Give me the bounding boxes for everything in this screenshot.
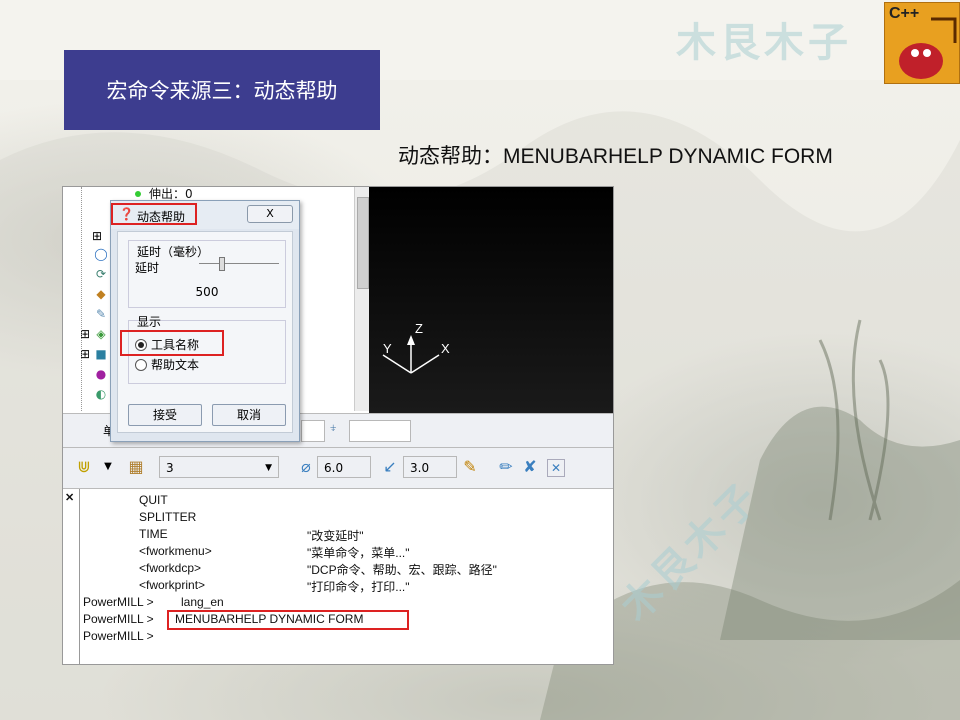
tip-radius-input[interactable]: 3.0 — [403, 456, 457, 478]
radio-help-text[interactable] — [135, 359, 147, 371]
tools-cross-icon[interactable]: ✘ — [519, 456, 541, 478]
watermark-top: 木艮木子 — [676, 19, 852, 66]
help-icon: ❓ — [119, 207, 134, 221]
console-line-a: <fworkdcp> — [139, 561, 202, 575]
logo-text: C++ — [889, 5, 920, 22]
close-toolbar-icon[interactable]: ✕ — [547, 459, 565, 477]
axis-y-label: Y — [383, 341, 392, 356]
dialog-title: 动态帮助 — [137, 210, 186, 224]
dialog-title-highlight: ❓ 动态帮助 — [111, 203, 197, 225]
dialog-body: 延时（毫秒） 延时 500 显示 工具名称 帮助文本 接受 取消 — [117, 231, 293, 433]
tool-number-select[interactable]: 3 ▼ — [159, 456, 279, 478]
console-line-b: "DCP命令、帮助、宏、跟踪、路径" — [307, 563, 497, 577]
status-field-1[interactable] — [301, 420, 325, 442]
delay-slider-track[interactable] — [199, 263, 279, 264]
console-command: lang_en — [181, 595, 224, 609]
status-dot-icon — [135, 191, 141, 197]
plus-node-icon[interactable]: ⊞ — [89, 229, 105, 243]
pattern-icon[interactable]: ✎ — [93, 307, 109, 321]
delay-slider-thumb[interactable] — [219, 257, 225, 271]
console-line-a: TIME — [139, 527, 168, 541]
diameter-input[interactable]: 6.0 — [317, 456, 371, 478]
tool-select-icon[interactable]: ▦ — [125, 456, 147, 478]
model-icon[interactable]: ■ — [93, 347, 109, 361]
delay-label: 延时 — [135, 261, 160, 275]
console-line-b: "改变延时" — [307, 529, 364, 543]
dialog-titlebar: ❓ 动态帮助 X — [111, 201, 299, 229]
status-field-2[interactable] — [349, 420, 411, 442]
logo: C++ — [884, 2, 960, 84]
scrollbar-thumb[interactable] — [357, 197, 369, 289]
console-divider — [79, 489, 80, 664]
slide-subtitle: 动态帮助：MENUBARHELP DYNAMIC FORM — [398, 145, 833, 168]
tree-scrollbar[interactable] — [354, 187, 369, 411]
axis-x-label: X — [441, 341, 450, 356]
console-prompt: PowerMILL > — [83, 629, 154, 643]
graphics-viewport[interactable]: Z Y X — [369, 187, 613, 413]
axis-z-label: Z — [415, 321, 423, 336]
tool-icon[interactable]: ⋓ — [73, 456, 95, 478]
display-group-title: 显示 — [137, 315, 162, 329]
plane-icon[interactable]: ◐ — [93, 387, 109, 401]
command-console[interactable]: ✕ QUIT SPLITTER TIME "改变延时" <fworkmenu> … — [63, 489, 613, 664]
selection-highlight — [120, 330, 224, 356]
probe-icon[interactable]: ⍖ — [329, 420, 337, 436]
circle-tool-icon[interactable]: ◯ — [93, 247, 109, 261]
tool-toolbar: ⋓ ▼ ▦ 3 ▼ ⌀ 6.0 ↙ 3.0 ✎ ✏ ✘ ✕ — [63, 447, 613, 489]
axis-triad-icon — [382, 335, 440, 374]
dropdown-arrow-icon[interactable]: ▼ — [97, 456, 119, 478]
delay-group: 延时（毫秒） 延时 500 — [128, 240, 286, 308]
stock-icon[interactable]: ● — [93, 367, 109, 381]
chevron-down-icon: ▼ — [265, 463, 272, 473]
tree-guide-line — [81, 187, 83, 411]
edit-tool-icon[interactable]: ✎ — [459, 456, 481, 478]
console-prompt: PowerMILL > — [83, 595, 154, 609]
console-line-b: "打印命令，打印..." — [307, 580, 410, 594]
toolpath-icon[interactable]: ⟳ — [93, 267, 109, 281]
dynamic-help-dialog: ❓ 动态帮助 X 延时（毫秒） 延时 500 显示 工具名称 帮助文本 接受 取… — [110, 200, 300, 442]
tip-radius-icon: ↙ — [383, 457, 397, 476]
console-line-a: <fworkmenu> — [139, 544, 212, 558]
console-line-b: "菜单命令，菜单..." — [307, 546, 410, 560]
dialog-close-button[interactable]: X — [247, 205, 293, 223]
expand-icon[interactable]: ⊞ — [77, 327, 93, 341]
console-line-a: SPLITTER — [139, 510, 197, 524]
console-line-a: <fworkprint> — [139, 578, 206, 592]
pencil-icon[interactable]: ✏ — [495, 456, 517, 478]
cancel-button[interactable]: 取消 — [212, 404, 286, 426]
console-prompt: PowerMILL > — [83, 612, 154, 626]
tool-number-value: 3 — [166, 461, 174, 475]
layer-icon[interactable]: ◈ — [93, 327, 109, 341]
delay-value: 500 — [195, 285, 219, 299]
diameter-icon: ⌀ — [301, 457, 311, 476]
accept-button[interactable]: 接受 — [128, 404, 202, 426]
slide-title: 宏命令来源三：动态帮助 — [64, 50, 380, 130]
expand-icon-2[interactable]: ⊞ — [77, 347, 93, 361]
boundary-icon[interactable]: ◆ — [93, 287, 109, 301]
highlight-box — [167, 610, 409, 630]
console-line-a: QUIT — [139, 493, 168, 507]
delay-group-title: 延时（毫秒） — [137, 245, 210, 259]
radio-help-text-label: 帮助文本 — [151, 358, 200, 372]
close-icon[interactable]: ✕ — [65, 491, 74, 504]
